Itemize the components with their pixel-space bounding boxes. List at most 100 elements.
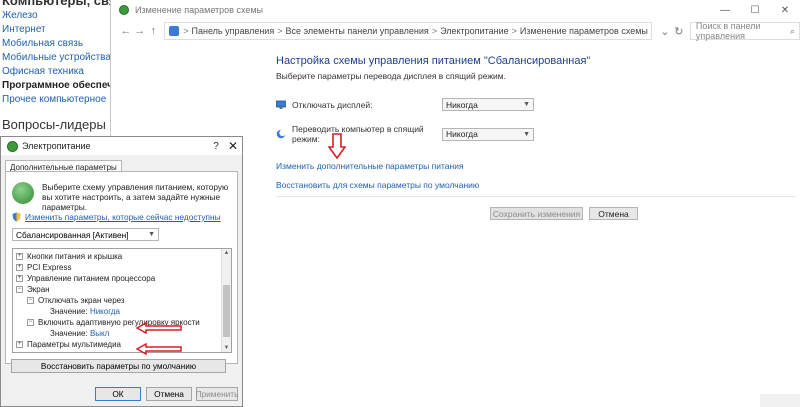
tree-item-label: PCI Express	[27, 263, 72, 272]
plan-select[interactable]: Сбалансированная [Активен] ▼	[12, 228, 159, 241]
value-label: Значение:	[50, 329, 88, 338]
collapse-minus-icon[interactable]: −	[16, 286, 23, 293]
chevron-down-icon: ▼	[523, 101, 530, 108]
address-row: ← → ↑ > Панель управления > Все элементы…	[111, 20, 800, 42]
expand-plus-icon[interactable]: +	[16, 253, 23, 260]
breadcrumb-control-panel[interactable]: Панель управления	[192, 26, 275, 36]
control-panel-icon	[169, 26, 180, 36]
breadcrumb-all-items[interactable]: Все элементы панели управления	[285, 26, 428, 36]
settings-tree[interactable]: + Кнопки питания и крышка + PCI Express …	[12, 248, 232, 353]
breadcrumb-edit-plan[interactable]: Изменение параметров схемы	[520, 26, 648, 36]
advanced-settings-panel: Выберите схему управления питанием, кото…	[5, 171, 238, 364]
tree-item-power-buttons[interactable]: + Кнопки питания и крышка	[16, 252, 122, 261]
power-options-icon	[119, 5, 129, 15]
display-timeout-value[interactable]: Никогда	[90, 307, 120, 316]
red-left-arrow-icon	[136, 322, 182, 334]
help-icon[interactable]: ?	[208, 141, 224, 152]
tree-item-brightness-value[interactable]: Значение: Выкл	[50, 329, 109, 338]
expand-plus-icon[interactable]: +	[16, 341, 23, 348]
scroll-up-icon[interactable]: ▲	[222, 250, 231, 256]
tree-item-processor[interactable]: + Управление питанием процессора	[16, 274, 155, 283]
tree-scrollbar[interactable]: ▲ ▼	[221, 249, 231, 352]
chevron-down-icon: ▼	[148, 231, 155, 238]
advanced-settings-link[interactable]: Изменить дополнительные параметры питани…	[276, 161, 464, 171]
address-bar[interactable]: > Панель управления > Все элементы панел…	[164, 22, 652, 40]
section-divider	[276, 196, 796, 197]
dialog-tabs: Дополнительные параметры	[5, 157, 122, 175]
search-input[interactable]: Поиск в панели управления ⌕	[689, 21, 800, 41]
tree-item-label: Управление питанием процессора	[27, 274, 156, 283]
address-tools: ⌄ ↻	[658, 25, 686, 38]
dialog-close-button[interactable]: ✕	[224, 139, 242, 153]
expand-plus-icon[interactable]: +	[16, 275, 23, 282]
tree-item-label: Отключать экран через	[38, 296, 125, 305]
page-subtitle: Выберите параметры перевода дисплея в сп…	[276, 71, 506, 81]
chevron-down-icon: ▼	[523, 130, 530, 138]
dialog-intro-text: Выберите схему управления питанием, кото…	[42, 182, 229, 212]
red-down-arrow-icon	[328, 133, 346, 159]
dropdown-chevron-icon[interactable]: ⌄	[658, 25, 672, 38]
power-options-dialog: Электропитание ? ✕ Дополнительные параме…	[0, 136, 243, 407]
power-options-icon	[7, 140, 18, 152]
red-left-arrow-icon	[136, 343, 182, 355]
scrollbar-thumb[interactable]	[223, 285, 230, 337]
tree-item-pci-express[interactable]: + PCI Express	[16, 263, 71, 272]
dialog-title: Электропитание	[22, 141, 91, 151]
minimize-button[interactable]: —	[710, 5, 740, 16]
close-button[interactable]: ✕	[770, 5, 800, 16]
cancel-button[interactable]: Отмена	[589, 207, 638, 220]
display-off-value: Никогда	[446, 99, 478, 110]
save-changes-button[interactable]: Сохранить изменения	[490, 207, 583, 220]
restore-defaults-button[interactable]: Восстановить параметры по умолчанию	[11, 359, 226, 373]
screen: Компьютеры, связь Железо Интернет Мобиль…	[0, 0, 800, 407]
dialog-titlebar: Электропитание ? ✕	[1, 137, 242, 155]
window-titlebar: Изменение параметров схемы — ☐ ✕	[111, 0, 800, 20]
adaptive-brightness-value[interactable]: Выкл	[90, 329, 109, 338]
tree-item-display[interactable]: − Экран	[16, 285, 50, 294]
restore-defaults-link[interactable]: Восстановить для схемы параметры по умол…	[276, 180, 479, 190]
background-heading: Вопросы-лидеры	[2, 117, 106, 132]
forward-arrow-icon[interactable]: →	[133, 25, 147, 37]
breadcrumb-power[interactable]: Электропитание	[440, 26, 509, 36]
status-corner	[760, 394, 800, 407]
scroll-down-icon[interactable]: ▼	[222, 345, 231, 351]
moon-icon	[276, 129, 286, 139]
apply-button[interactable]: Применить	[196, 387, 238, 401]
plan-settings-content: Настройка схемы управления питанием "Сба…	[276, 55, 796, 220]
search-icon[interactable]: ⌕	[790, 26, 795, 37]
search-placeholder: Поиск в панели управления	[695, 21, 761, 41]
change-unavailable-link[interactable]: Изменить параметры, которые сейчас недос…	[25, 212, 221, 222]
display-off-label: Отключать дисплей:	[292, 99, 373, 110]
tree-item-turn-off-display[interactable]: − Отключать экран через	[27, 296, 125, 305]
display-off-select[interactable]: Никогда ▼	[442, 98, 534, 111]
up-arrow-icon[interactable]: ↑	[147, 25, 161, 37]
change-unavailable-row: Изменить параметры, которые сейчас недос…	[12, 212, 221, 222]
value-label: Значение:	[50, 307, 88, 316]
dialog-cancel-button[interactable]: Отмена	[146, 387, 192, 401]
breadcrumb-separator-icon: >	[183, 26, 189, 36]
plan-select-value: Сбалансированная [Активен]	[16, 229, 129, 240]
ok-button[interactable]: ОК	[95, 387, 141, 401]
tree-item-multimedia[interactable]: + Параметры мультимедиа	[16, 340, 121, 349]
power-plan-icon	[12, 182, 34, 204]
expand-plus-icon[interactable]: +	[16, 264, 23, 271]
back-arrow-icon[interactable]: ←	[119, 25, 133, 37]
breadcrumb-separator-icon: >	[277, 26, 283, 36]
maximize-button[interactable]: ☐	[740, 5, 770, 16]
breadcrumb-separator-icon: >	[511, 26, 517, 36]
uac-shield-icon	[12, 212, 21, 222]
sleep-select[interactable]: Никогда ▼	[442, 127, 534, 141]
tree-item-label: Кнопки питания и крышка	[27, 252, 123, 261]
setting-display-off: Отключать дисплей: Никогда ▼	[276, 98, 534, 111]
tree-item-label: Параметры мультимедиа	[27, 340, 121, 349]
tree-item-label: Экран	[27, 285, 50, 294]
monitor-icon	[276, 100, 286, 109]
dialog-intro: Выберите схему управления питанием, кото…	[12, 182, 232, 212]
page-title: Настройка схемы управления питанием "Сба…	[276, 55, 591, 67]
collapse-minus-icon[interactable]: −	[27, 319, 34, 326]
sleep-value: Никогда	[446, 129, 478, 139]
sleep-label: Переводить компьютер в спящий режим:	[292, 124, 424, 144]
tree-item-display-value[interactable]: Значение: Никогда	[50, 307, 120, 316]
collapse-minus-icon[interactable]: −	[27, 297, 34, 304]
refresh-icon[interactable]: ↻	[672, 25, 686, 38]
